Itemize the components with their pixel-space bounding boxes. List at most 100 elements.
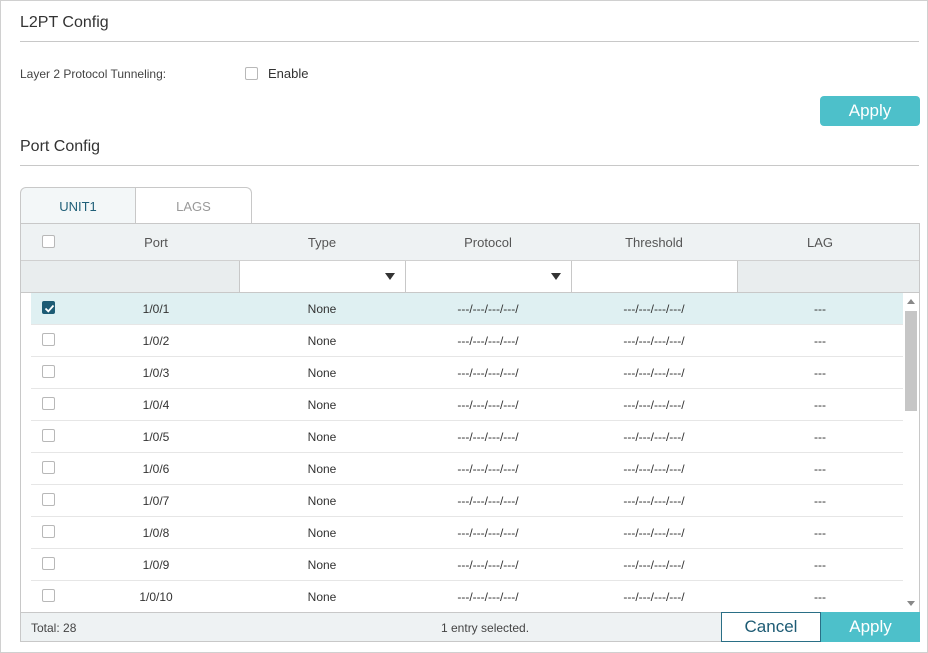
- threshold-cell: ---/---/---/---/: [623, 526, 685, 540]
- port-cell: 1/0/5: [142, 430, 170, 444]
- chevron-down-icon: [385, 273, 395, 280]
- port-cell: 1/0/7: [142, 494, 170, 508]
- table-row[interactable]: 1/0/10 None ---/---/---/---/ ---/---/---/--…: [31, 581, 903, 612]
- type-cell: None: [307, 526, 337, 540]
- threshold-cell: ---/---/---/---/: [623, 334, 685, 348]
- port-cell: 1/0/2: [142, 334, 170, 348]
- tab-lags[interactable]: LAGS: [136, 187, 252, 224]
- cancel-button[interactable]: Cancel: [721, 612, 821, 642]
- port-cell: 1/0/10: [139, 590, 173, 604]
- type-filter-select[interactable]: [239, 261, 406, 292]
- port-cell: 1/0/9: [142, 558, 170, 572]
- port-config-title: Port Config: [20, 138, 101, 155]
- selection-status: 1 entry selected.: [441, 620, 530, 635]
- lag-cell: ---: [814, 590, 826, 604]
- lag-cell: ---: [814, 366, 826, 380]
- unit-tabs: UNIT1 LAGS: [20, 187, 252, 224]
- row-checkbox[interactable]: [42, 493, 55, 506]
- row-checkbox[interactable]: [42, 429, 55, 442]
- column-header-threshold[interactable]: Threshold: [571, 224, 737, 261]
- threshold-filter-input[interactable]: [571, 261, 738, 292]
- column-header-protocol[interactable]: Protocol: [405, 224, 571, 261]
- lag-cell: ---: [814, 334, 826, 348]
- table-row[interactable]: 1/0/2 None ---/---/---/---/ ---/---/---/---…: [31, 325, 903, 357]
- type-cell: None: [307, 334, 337, 348]
- l2pt-divider: [20, 41, 919, 42]
- protocol-cell: ---/---/---/---/: [457, 494, 519, 508]
- row-checkbox[interactable]: [42, 333, 55, 346]
- enable-checkbox[interactable]: [245, 67, 258, 80]
- port-cell: 1/0/4: [142, 398, 170, 412]
- protocol-filter-select[interactable]: [405, 261, 572, 292]
- threshold-cell: ---/---/---/---/: [623, 398, 685, 412]
- threshold-cell: ---/---/---/---/: [623, 462, 685, 476]
- table-footer: Total: 28 1 entry selected. Cancel Apply: [21, 612, 920, 642]
- table-row[interactable]: 1/0/9 None ---/---/---/---/ ---/---/---/---…: [31, 549, 903, 581]
- lag-cell: ---: [814, 462, 826, 476]
- type-cell: None: [307, 302, 337, 316]
- tab-unit1[interactable]: UNIT1: [20, 187, 136, 224]
- scroll-up-icon[interactable]: [907, 299, 915, 304]
- table-row[interactable]: 1/0/7 None ---/---/---/---/ ---/---/---/---…: [31, 485, 903, 517]
- protocol-cell: ---/---/---/---/: [457, 558, 519, 572]
- protocol-cell: ---/---/---/---/: [457, 526, 519, 540]
- l2pt-apply-button[interactable]: Apply: [820, 96, 920, 126]
- lag-cell: ---: [814, 302, 826, 316]
- table-row[interactable]: 1/0/4 None ---/---/---/---/ ---/---/---/---…: [31, 389, 903, 421]
- table-row[interactable]: 1/0/5 None ---/---/---/---/ ---/---/---/---…: [31, 421, 903, 453]
- lag-cell: ---: [814, 398, 826, 412]
- row-checkbox[interactable]: [42, 365, 55, 378]
- table-row[interactable]: 1/0/1 None ---/---/---/---/ ---/---/---/---…: [31, 293, 903, 325]
- table-body: 1/0/1 None ---/---/---/---/ ---/---/---/---…: [21, 293, 903, 612]
- row-checkbox[interactable]: [42, 589, 55, 602]
- table-row[interactable]: 1/0/3 None ---/---/---/---/ ---/---/---/---…: [31, 357, 903, 389]
- chevron-down-icon: [551, 273, 561, 280]
- type-cell: None: [307, 430, 337, 444]
- row-checkbox[interactable]: [42, 461, 55, 474]
- row-checkbox[interactable]: [42, 397, 55, 410]
- port-cell: 1/0/8: [142, 526, 170, 540]
- threshold-cell: ---/---/---/---/: [623, 494, 685, 508]
- type-cell: None: [307, 494, 337, 508]
- table-scrollbar[interactable]: [903, 293, 919, 612]
- total-count: Total: 28: [31, 620, 77, 635]
- table-row[interactable]: 1/0/8 None ---/---/---/---/ ---/---/---/---…: [31, 517, 903, 549]
- protocol-cell: ---/---/---/---/: [457, 590, 519, 604]
- port-table: Port Type Protocol Threshold LAG 1/0/1 No…: [20, 223, 920, 642]
- table-row[interactable]: 1/0/6 None ---/---/---/---/ ---/---/---/---…: [31, 453, 903, 485]
- port-apply-button[interactable]: Apply: [821, 612, 920, 642]
- enable-option[interactable]: Enable: [245, 66, 308, 81]
- port-cell: 1/0/6: [142, 462, 170, 476]
- l2pt-config-title: L2PT Config: [20, 14, 109, 31]
- table-header: Port Type Protocol Threshold LAG: [21, 224, 919, 261]
- threshold-cell: ---/---/---/---/: [623, 430, 685, 444]
- lag-cell: ---: [814, 430, 826, 444]
- row-checkbox[interactable]: [42, 557, 55, 570]
- protocol-cell: ---/---/---/---/: [457, 302, 519, 316]
- port-config-divider: [20, 165, 919, 166]
- threshold-cell: ---/---/---/---/: [623, 366, 685, 380]
- type-cell: None: [307, 462, 337, 476]
- row-checkbox[interactable]: [42, 525, 55, 538]
- scroll-thumb[interactable]: [905, 311, 917, 411]
- port-cell: 1/0/1: [142, 302, 170, 316]
- select-all-checkbox[interactable]: [42, 235, 55, 248]
- lag-cell: ---: [814, 558, 826, 572]
- protocol-cell: ---/---/---/---/: [457, 430, 519, 444]
- row-checkbox[interactable]: [42, 301, 55, 314]
- column-header-lag[interactable]: LAG: [737, 224, 903, 261]
- type-cell: None: [307, 558, 337, 572]
- column-header-port[interactable]: Port: [73, 224, 239, 261]
- protocol-cell: ---/---/---/---/: [457, 334, 519, 348]
- lag-cell: ---: [814, 494, 826, 508]
- tunneling-label: Layer 2 Protocol Tunneling:: [20, 67, 167, 81]
- threshold-cell: ---/---/---/---/: [623, 558, 685, 572]
- check-icon: [44, 304, 55, 313]
- column-header-type[interactable]: Type: [239, 224, 405, 261]
- threshold-cell: ---/---/---/---/: [623, 590, 685, 604]
- enable-label: Enable: [268, 66, 309, 81]
- type-cell: None: [307, 366, 337, 380]
- port-cell: 1/0/3: [142, 366, 170, 380]
- filter-row: [21, 261, 919, 293]
- scroll-down-icon[interactable]: [907, 601, 915, 606]
